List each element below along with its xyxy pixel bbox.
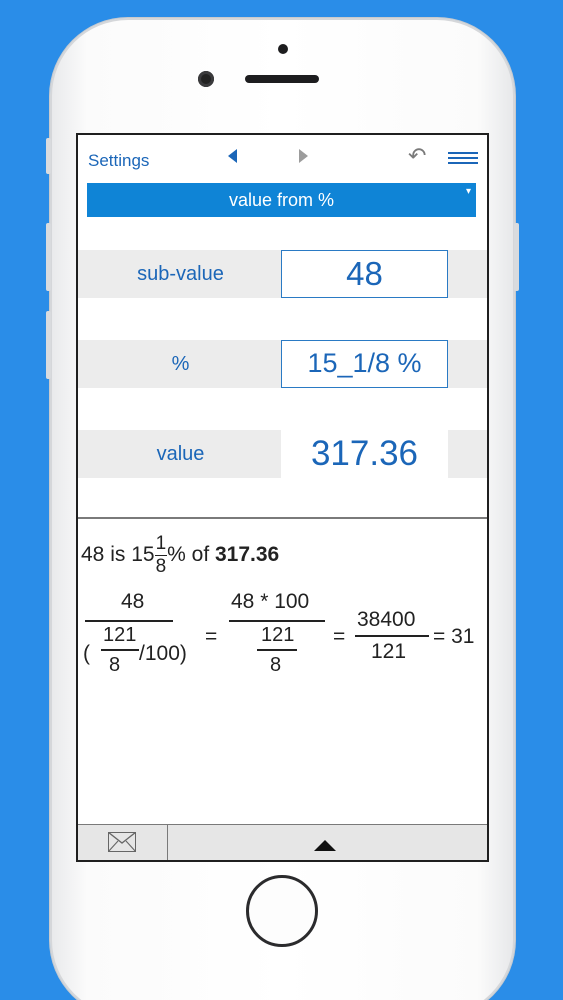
percent-row: % 15_1/8 % [78, 340, 487, 388]
calculation-steps: 48 ( 121 8 /100) = 48 * 100 121 8 = 3840… [81, 590, 487, 690]
bottom-bar [78, 824, 487, 860]
step1-inner-fraction-bar [101, 649, 139, 651]
triangle-right-icon[interactable] [299, 149, 308, 163]
step3-fraction-bar [355, 635, 429, 637]
result-fraction-denominator: 8 [155, 556, 167, 577]
earpiece-speaker [245, 75, 319, 83]
value-output[interactable]: 317.36 [281, 430, 448, 478]
triangle-up-icon[interactable] [314, 840, 336, 851]
dropdown-caret-icon: ▾ [465, 186, 471, 197]
value-label: value [156, 443, 205, 465]
result-fraction-numerator: 1 [154, 533, 168, 556]
step2-inner-fraction-bar [257, 649, 297, 651]
step2-inner-numerator: 121 [261, 624, 295, 646]
proximity-sensor [278, 44, 288, 54]
step1-fraction-bar [85, 620, 173, 622]
result-fraction: 18 [154, 533, 168, 578]
step1-inner-denominator: 8 [109, 654, 121, 676]
home-button[interactable] [246, 875, 318, 947]
step2-fraction-bar [229, 620, 325, 622]
result-answer: 317.36 [215, 543, 280, 567]
result-prefix: 48 is 15 [81, 543, 155, 567]
share-cell[interactable] [78, 825, 168, 860]
step2-inner-denominator: 8 [270, 654, 282, 676]
envelope-icon[interactable] [108, 832, 136, 852]
mode-selector-value: value from % [228, 190, 335, 210]
step3-numerator: 38400 [357, 608, 416, 631]
triangle-left-icon[interactable] [228, 149, 237, 163]
step1-denominator-close: /100) [139, 642, 187, 665]
result-sentence: 48 is 15 1 8% of 317.36 [81, 533, 279, 578]
equals-sign-2: = [333, 625, 346, 648]
step1-denominator-open: ( [83, 642, 90, 665]
sub-value-input[interactable]: 48 [281, 250, 448, 298]
toolbar: Settings ↶ [78, 135, 487, 181]
result-middle: % of [167, 543, 215, 567]
step3-denominator: 121 [371, 640, 407, 663]
value-row: value 317.36 [78, 430, 487, 478]
sub-value-label: sub-value [137, 263, 224, 285]
step1-inner-numerator: 121 [103, 624, 137, 646]
divider [78, 517, 487, 519]
power-button [514, 223, 519, 291]
settings-button[interactable]: Settings [88, 151, 149, 171]
mute-switch [46, 138, 51, 174]
percent-input[interactable]: 15_1/8 % [281, 340, 448, 388]
volume-down-button [46, 311, 51, 379]
undo-icon[interactable]: ↶ [408, 145, 426, 167]
step4-result-truncated: = 31 [433, 625, 475, 648]
step1-numerator: 48 [121, 590, 145, 613]
front-camera [198, 71, 214, 87]
percent-label: % [171, 353, 190, 375]
mode-selector[interactable]: value from % ▾ [87, 183, 476, 217]
step2-numerator: 48 * 100 [231, 590, 310, 613]
sub-value-row: sub-value 48 [78, 250, 487, 298]
app-screen: Settings ↶ value from % ▾ sub-value 48 %… [76, 133, 489, 862]
equals-sign-1: = [205, 625, 218, 648]
volume-up-button [46, 223, 51, 291]
hamburger-menu-icon[interactable] [448, 152, 478, 167]
